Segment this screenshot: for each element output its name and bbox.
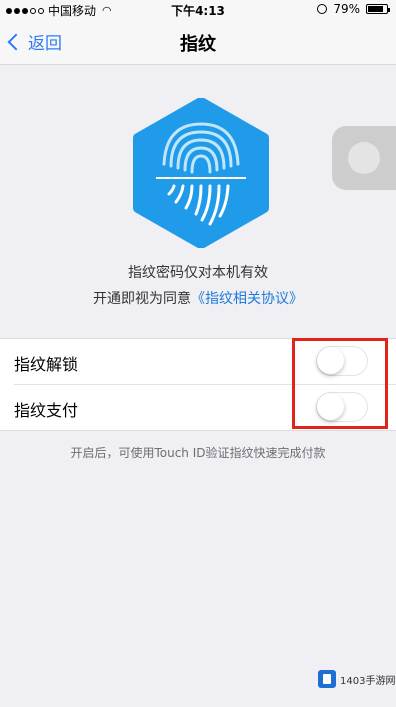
status-bar: 中国移动 ◠ 下午4:13 79% [0,0,396,20]
highlight-box [292,338,388,429]
battery-percent: 79% [333,2,360,16]
watermark: 1403手游网 [318,670,395,688]
navigation-bar: 返回 指纹 [0,20,396,65]
battery-icon [366,4,390,14]
page-title: 指纹 [180,34,216,55]
fingerprint-unlock-label: 指纹解锁 [14,355,79,374]
description-line2: 开通即视为同意《指纹相关协议》 [0,288,396,308]
status-right: 79% [317,2,390,16]
footer-note: 开启后，可使用Touch ID验证指纹快速完成付款 [70,446,326,460]
watermark-logo-icon [318,670,336,688]
orientation-lock-icon [317,4,328,14]
agreement-prefix: 开通即视为同意 [93,291,191,307]
fingerprint-payment-label: 指纹支付 [14,401,79,420]
description-line1: 指纹密码仅对本机有效 [128,265,268,281]
agreement-link[interactable]: 《指纹相关协议》 [191,291,303,307]
assistive-touch-button[interactable] [332,126,396,190]
watermark-text: 1403手游网 [340,675,396,687]
fingerprint-logo-icon [133,98,269,248]
